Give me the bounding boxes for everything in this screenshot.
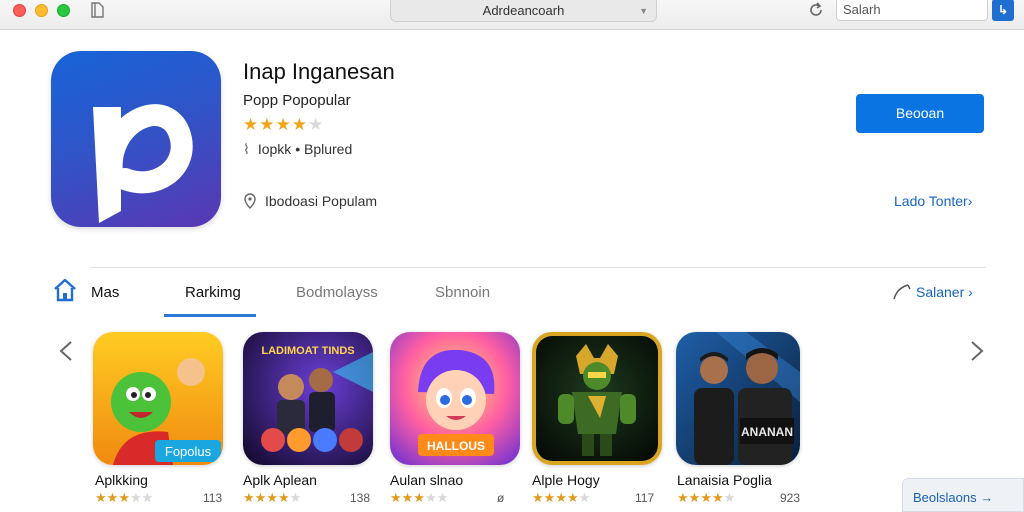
sidebar-toggle-icon[interactable] <box>90 2 104 18</box>
developer-info: ⌇ Iopkk • Bplured <box>243 141 352 158</box>
app-rating-stars: ★★★★★ <box>243 115 324 135</box>
app-card-2-icon[interactable]: LADIMOAT TINDS <box>243 332 373 465</box>
star-filled-icon: ★ <box>243 115 260 134</box>
carousel-prev-arrow-icon[interactable] <box>57 340 77 362</box>
star-filled-icon: ★ <box>254 490 267 505</box>
category-text: Ibodoasi Populam <box>265 193 378 209</box>
carousel-next-arrow-icon[interactable] <box>966 340 986 362</box>
app-card-5-icon[interactable]: ANANAN <box>676 332 800 465</box>
app-card-4-name[interactable]: Alple Hogy <box>532 472 600 488</box>
card-5-art-text: ANANAN <box>741 425 793 439</box>
star-empty-icon: ★ <box>424 490 437 505</box>
home-icon[interactable] <box>52 277 78 303</box>
star-filled-icon: ★ <box>688 490 701 505</box>
app-card-3-stars: ★★★★★ <box>390 490 448 506</box>
card-3-art-text: HALLOUS <box>427 439 485 453</box>
star-filled-icon: ★ <box>266 490 278 505</box>
close-window-button[interactable] <box>13 4 26 17</box>
app-card-2-stars: ★★★★★ <box>243 490 301 506</box>
star-empty-icon: ★ <box>723 490 736 505</box>
star-filled-icon: ★ <box>543 490 556 505</box>
address-text: Adrdeancoarh <box>482 3 565 18</box>
reload-icon[interactable] <box>807 1 825 19</box>
star-filled-icon: ★ <box>95 490 107 505</box>
card-1-art-text: Fopolus <box>165 444 212 459</box>
app-card-1-count: 113 <box>203 491 223 505</box>
see-all-link[interactable]: Salaner › <box>892 283 973 301</box>
app-card-2-name[interactable]: Aplk Aplean <box>243 472 317 488</box>
app-card-1-name[interactable]: Aplkking <box>95 472 148 488</box>
developer-link[interactable]: Lado Tonter› <box>894 193 972 209</box>
tab-sbnnoin[interactable]: Sbnnoin <box>435 284 490 301</box>
category-info: Ibodoasi Populam <box>243 193 377 209</box>
star-empty-icon: ★ <box>141 490 154 505</box>
app-title: Inap Inganesan <box>243 59 395 84</box>
star-filled-icon: ★ <box>106 490 119 505</box>
app-card-3-icon[interactable]: HALLOUS <box>390 332 520 465</box>
search-button[interactable]: ↳ <box>992 0 1014 21</box>
tab-mas[interactable]: Mas <box>91 284 119 301</box>
footer-action-button[interactable]: Beolslaons → <box>902 478 1024 512</box>
app-card-3-name[interactable]: Aulan slnao <box>390 472 463 488</box>
star-empty-icon: ★ <box>436 490 449 505</box>
app-card-5-name[interactable]: Lanaisia Poglia <box>677 472 772 488</box>
location-pin-icon <box>244 193 256 209</box>
zoom-window-button[interactable] <box>57 4 70 17</box>
app-card-1-icon[interactable]: Fopolus <box>93 332 223 465</box>
app-card-4-icon[interactable] <box>532 332 662 465</box>
search-input[interactable]: Salarh <box>836 0 988 21</box>
star-filled-icon: ★ <box>275 115 292 134</box>
app-card-3-count: ø <box>497 491 505 505</box>
address-bar[interactable]: Adrdeancoarh ▼ <box>390 0 657 22</box>
star-empty-icon: ★ <box>578 490 591 505</box>
star-filled-icon: ★ <box>677 490 689 505</box>
pen-icon <box>893 284 911 300</box>
app-card-4-stars: ★★★★★ <box>532 490 590 506</box>
app-card-2-count: 138 <box>350 491 371 505</box>
app-card-1-stars: ★★★★★ <box>95 490 153 506</box>
star-filled-icon: ★ <box>401 490 414 505</box>
star-filled-icon: ★ <box>700 490 712 505</box>
tab-bodmolayss[interactable]: Bodmolayss <box>296 284 378 301</box>
app-card-4-count: 117 <box>635 491 655 505</box>
app-card-5-stars: ★★★★★ <box>677 490 735 506</box>
developer-name: Iopkk • Bplured <box>257 141 353 157</box>
star-filled-icon: ★ <box>390 490 402 505</box>
star-filled-icon: ★ <box>118 490 130 505</box>
star-empty-icon: ★ <box>289 490 302 505</box>
star-filled-icon: ★ <box>566 490 579 505</box>
active-tab-indicator <box>164 314 256 317</box>
tab-ranking[interactable]: Rarkimg <box>185 284 241 301</box>
chevron-down-icon: ▼ <box>639 6 648 16</box>
star-empty-icon: ★ <box>129 490 142 505</box>
star-filled-icon: ★ <box>711 490 724 505</box>
app-card-5-count: 923 <box>780 491 801 505</box>
star-filled-icon: ★ <box>532 490 544 505</box>
star-filled-icon: ★ <box>413 490 425 505</box>
minimize-window-button[interactable] <box>35 4 48 17</box>
get-app-button[interactable]: Beooan <box>856 94 984 133</box>
see-all-text: Salaner › <box>916 284 973 300</box>
app-logo-icon <box>51 51 221 227</box>
card-2-art-text: LADIMOAT TINDS <box>261 345 354 357</box>
person-icon: ⌇ <box>243 141 250 157</box>
browser-toolbar: Adrdeancoarh ▼ Salarh ↳ <box>0 0 1024 30</box>
star-filled-icon: ★ <box>259 115 276 134</box>
app-subtitle: Popp Popopular <box>243 92 351 109</box>
divider <box>91 267 986 268</box>
star-empty-icon: ★ <box>308 115 325 134</box>
star-filled-icon: ★ <box>555 490 567 505</box>
star-filled-icon: ★ <box>277 490 290 505</box>
star-filled-icon: ★ <box>243 490 255 505</box>
star-filled-icon: ★ <box>291 115 308 134</box>
